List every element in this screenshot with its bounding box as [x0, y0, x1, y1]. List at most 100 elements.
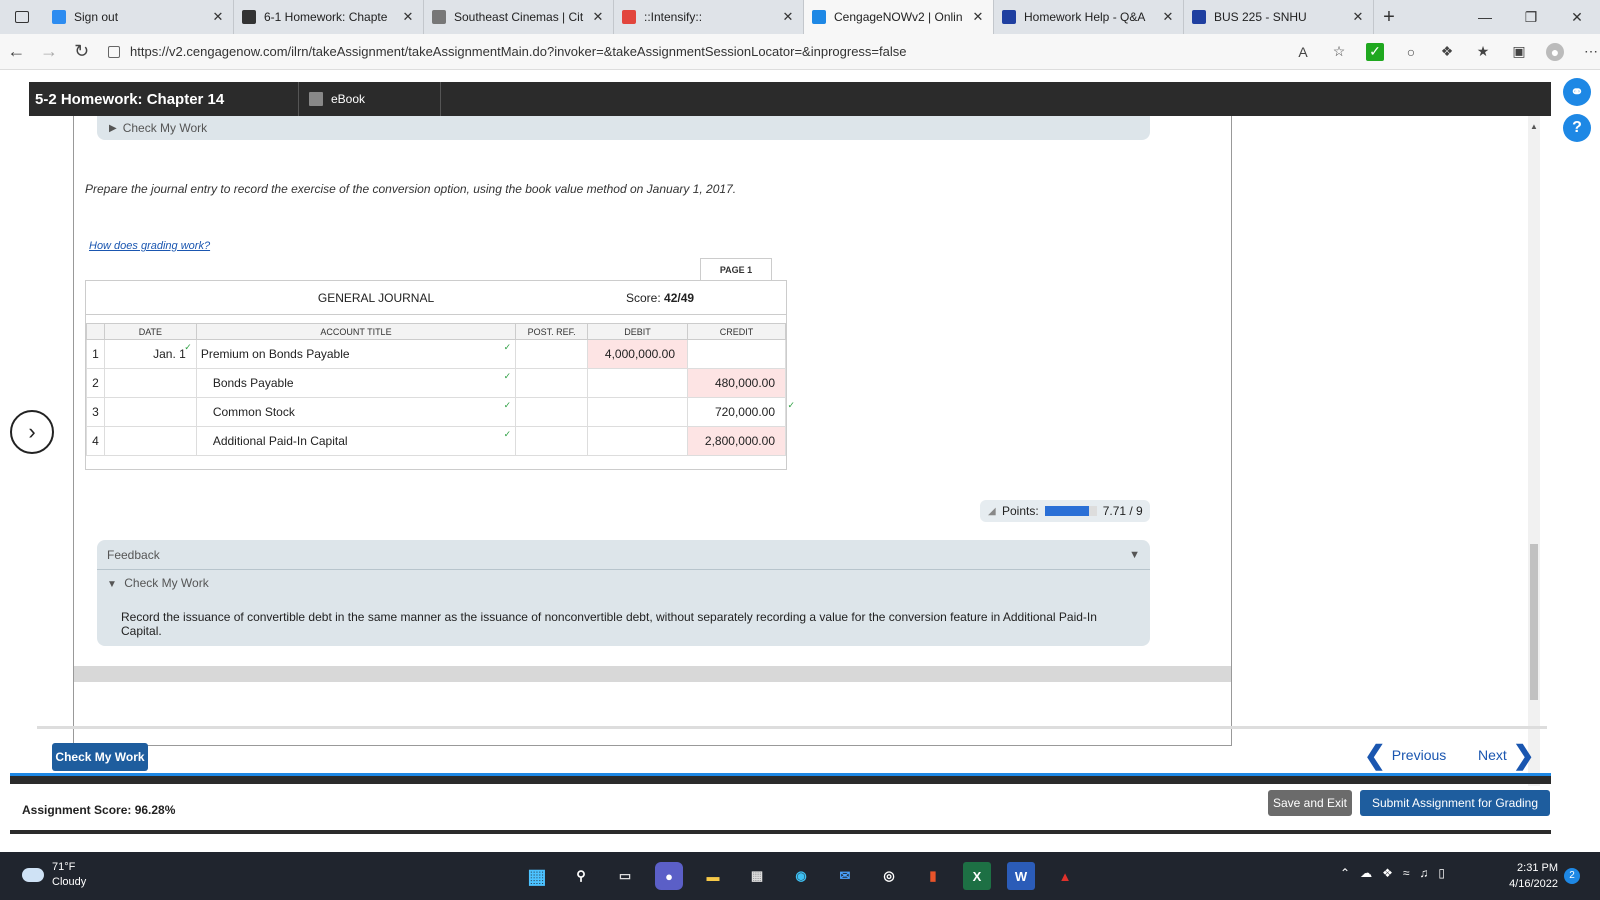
close-tab-icon[interactable]: ✕ [401, 9, 415, 25]
more-options-icon[interactable]: ⋯ [1582, 43, 1600, 61]
column-header-credit: CREDIT [687, 323, 786, 340]
checkmark-extension-icon[interactable]: ✓ [1366, 42, 1385, 61]
ebook-label: eBook [331, 92, 366, 106]
content-footer-bar [74, 666, 1231, 682]
new-tab-icon[interactable]: + [1374, 0, 1404, 34]
date-cell[interactable]: Jan. 1 ✓ [103, 339, 197, 369]
acrobat-icon[interactable]: ▲ [1051, 862, 1079, 890]
word-icon[interactable]: W [1007, 862, 1035, 890]
battery-icon[interactable]: ▯ [1438, 866, 1445, 880]
date-cell[interactable] [103, 368, 197, 398]
account-title-cell[interactable]: Additional Paid-In Capital ✓ [195, 426, 517, 456]
onedrive-cloud-icon[interactable]: ☁ [1360, 866, 1372, 880]
profile-avatar-icon[interactable]: ● [1546, 42, 1565, 61]
scroll-up-icon[interactable]: ▲ [1530, 122, 1538, 131]
collections-icon[interactable]: ▣ [1510, 43, 1528, 61]
mail-icon[interactable]: ✉ [831, 862, 859, 890]
restore-icon[interactable]: ❐ [1508, 0, 1554, 34]
refresh-icon[interactable]: ↻ [65, 37, 98, 67]
check-my-work-button[interactable]: Check My Work [52, 743, 148, 771]
tab-title: BUS 225 - SNHU [1214, 10, 1307, 24]
teams-chat-icon[interactable]: ● [655, 862, 683, 890]
next-button[interactable]: Next ❯ [1478, 742, 1535, 768]
browser-tab[interactable]: Southeast Cinemas | Cit ✕ [424, 0, 614, 34]
extension-icon[interactable]: ○ [1402, 43, 1420, 61]
correct-check-icon: ✓ [503, 400, 512, 410]
notification-badge[interactable]: 2 [1564, 868, 1580, 884]
close-tab-icon[interactable]: ✕ [971, 9, 985, 25]
post-ref-cell[interactable] [515, 339, 589, 369]
account-title-cell[interactable]: Premium on Bonds Payable ✓ [195, 339, 517, 369]
system-tray: ⌃ ☁ ❖ ≈ ♫ ▯ [1340, 866, 1445, 880]
wifi-icon[interactable]: ≈ [1403, 866, 1410, 880]
browser-tab[interactable]: Sign out ✕ [44, 0, 234, 34]
check-my-work-collapsed[interactable]: ▶ Check My Work [97, 116, 1150, 140]
close-tab-icon[interactable]: ✕ [1351, 9, 1365, 25]
account-title-cell[interactable]: Common Stock ✓ [195, 397, 517, 427]
tray-chevron-up-icon[interactable]: ⌃ [1340, 866, 1350, 880]
credit-cell[interactable]: 2,800,000.00 [687, 426, 786, 456]
minimize-icon[interactable]: — [1462, 0, 1508, 34]
address-bar[interactable]: https://v2.cengagenow.com/ilrn/takeAssig… [98, 38, 1118, 66]
file-explorer-icon[interactable]: ▬ [699, 862, 727, 890]
tab-actions-icon[interactable] [0, 0, 44, 34]
post-ref-cell[interactable] [515, 368, 589, 398]
journal-page-tab[interactable]: PAGE 1 [700, 258, 772, 280]
how-grading-link[interactable]: How does grading work? [89, 240, 210, 252]
weather-widget[interactable]: 71°F Cloudy [22, 860, 86, 890]
submit-assignment-button[interactable]: Submit Assignment for Grading [1360, 790, 1550, 816]
camera-icon[interactable]: ◎ [875, 862, 903, 890]
help-question-icon[interactable]: ? [1563, 114, 1591, 142]
close-tab-icon[interactable]: ✕ [211, 9, 225, 25]
headset-support-icon[interactable]: ⚭ [1563, 78, 1591, 106]
expand-panel-chevron-icon[interactable]: › [10, 410, 54, 454]
debit-cell[interactable] [587, 397, 688, 427]
debit-cell[interactable]: 4,000,000.00 [587, 339, 688, 369]
feedback-check-my-work[interactable]: ▼ Check My Work [97, 570, 1150, 596]
scrollbar-thumb[interactable] [1530, 544, 1538, 700]
puzzle-icon[interactable]: ❖ [1438, 43, 1456, 61]
credit-cell[interactable] [687, 339, 786, 369]
store-icon[interactable]: ▦ [743, 862, 771, 890]
close-tab-icon[interactable]: ✕ [1161, 9, 1175, 25]
system-clock[interactable]: 2:31 PM 4/16/2022 [1498, 860, 1558, 892]
volume-icon[interactable]: ♫ [1419, 866, 1428, 880]
debit-cell[interactable] [587, 368, 688, 398]
add-favorite-icon[interactable]: ☆ [1330, 43, 1348, 61]
forward-arrow-icon[interactable]: → [33, 37, 66, 67]
edge-browser-icon[interactable]: ◉ [787, 862, 815, 890]
favorites-icon[interactable]: ★ [1474, 43, 1492, 61]
windows-start-icon[interactable]: ▦ [523, 862, 551, 890]
row-number-value: 4 [92, 434, 99, 448]
browser-tab[interactable]: ::Intensify:: ✕ [614, 0, 804, 34]
office-icon[interactable]: ▮ [919, 862, 947, 890]
dropbox-icon[interactable]: ❖ [1382, 866, 1393, 880]
date-cell[interactable] [103, 397, 197, 427]
search-icon[interactable]: ⚲ [567, 862, 595, 890]
browser-tab[interactable]: CengageNOWv2 | Onlin ✕ [804, 0, 994, 34]
excel-icon[interactable]: X [963, 862, 991, 890]
credit-cell[interactable]: 480,000.00 [687, 368, 786, 398]
read-aloud-icon[interactable]: A [1294, 43, 1312, 61]
feedback-header[interactable]: Feedback ▼ [97, 540, 1150, 570]
back-arrow-icon[interactable]: ← [0, 37, 33, 67]
previous-button[interactable]: ❮ Previous [1364, 742, 1446, 768]
task-view-icon[interactable]: ▭ [611, 862, 639, 890]
browser-tab[interactable]: Homework Help - Q&A ✕ [994, 0, 1184, 34]
account-title-cell[interactable]: Bonds Payable ✓ [195, 368, 517, 398]
ebook-button[interactable]: eBook [299, 82, 441, 116]
post-ref-cell[interactable] [515, 426, 589, 456]
save-and-exit-button[interactable]: Save and Exit [1268, 790, 1352, 816]
post-ref-cell[interactable] [515, 397, 589, 427]
credit-cell[interactable]: 720,000.00 ✓ [687, 397, 795, 427]
close-tab-icon[interactable]: ✕ [591, 9, 605, 25]
content-scrollbar[interactable]: ▲ [1528, 116, 1540, 792]
triangle-down-icon[interactable]: ▼ [1129, 549, 1140, 561]
date-cell[interactable] [103, 426, 197, 456]
close-tab-icon[interactable]: ✕ [781, 9, 795, 25]
browser-tab[interactable]: 6-1 Homework: Chapte ✕ [234, 0, 424, 34]
debit-cell[interactable] [587, 426, 688, 456]
browser-tab[interactable]: BUS 225 - SNHU ✕ [1184, 0, 1374, 34]
close-window-icon[interactable]: ✕ [1554, 0, 1600, 34]
intensify-icon [622, 10, 636, 24]
